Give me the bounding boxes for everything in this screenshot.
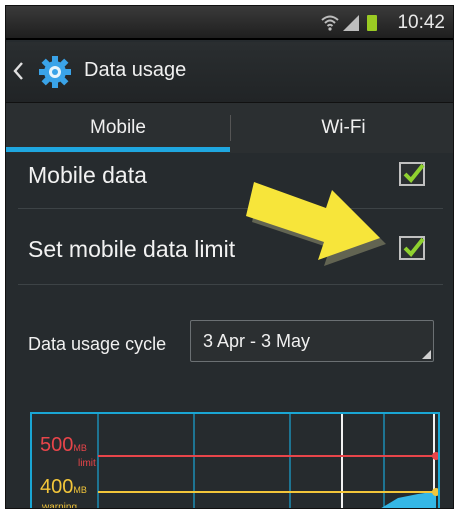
warning-unit: MB <box>73 485 87 495</box>
limit-value: 500 <box>40 434 74 456</box>
usage-area <box>381 492 436 508</box>
tab-wifi[interactable]: Wi-Fi <box>232 103 453 153</box>
check-icon <box>403 163 425 183</box>
limit-value-group: 500MB <box>40 434 87 457</box>
divider <box>18 284 443 285</box>
status-time: 10:42 <box>397 12 445 33</box>
tab-selected-indicator <box>6 147 230 152</box>
signal-icon <box>343 15 359 31</box>
warning-label: warning <box>42 502 78 509</box>
tab-mobile[interactable]: Mobile <box>6 103 230 153</box>
data-limit-checkbox[interactable] <box>399 236 425 260</box>
pointer-arrow-icon <box>246 182 386 266</box>
cycle-label: Data usage cycle <box>28 334 167 354</box>
mobile-data-label: Mobile data <box>28 162 147 188</box>
wifi-icon <box>321 15 339 31</box>
warning-value-group: 400MB <box>40 476 87 499</box>
usage-chart: 500MB limit 400MB warning <box>30 412 440 509</box>
cycle-dropdown[interactable]: 3 Apr - 3 May <box>190 320 434 362</box>
limit-label: limit <box>78 458 96 469</box>
cycle-value: 3 Apr - 3 May <box>203 331 311 351</box>
gear-icon[interactable] <box>38 55 72 89</box>
tab-bar: Mobile Wi-Fi <box>6 103 453 153</box>
limit-handle[interactable] <box>432 452 438 460</box>
status-bar: 10:42 <box>6 6 453 40</box>
check-icon <box>403 237 425 257</box>
data-limit-label: Set mobile data limit <box>28 236 236 262</box>
phone-screen: 10:42 Data usage Mobile Wi-Fi Mobile dat… <box>5 5 454 509</box>
battery-icon <box>367 15 377 31</box>
tab-divider <box>230 115 231 141</box>
page-title: Data usage <box>84 59 187 81</box>
action-bar: Data usage <box>6 42 453 103</box>
warning-value: 400 <box>40 476 74 498</box>
limit-unit: MB <box>73 443 87 453</box>
dropdown-arrow-icon <box>422 350 431 359</box>
back-icon[interactable] <box>12 59 26 83</box>
mobile-data-checkbox[interactable] <box>399 162 425 186</box>
